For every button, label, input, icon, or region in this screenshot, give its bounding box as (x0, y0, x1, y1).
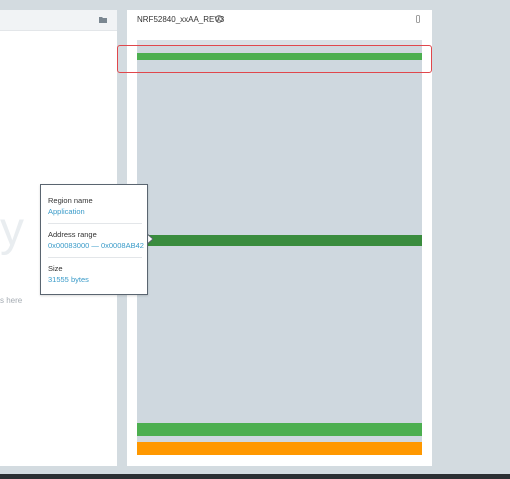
region-name-value: Application (48, 207, 85, 216)
size-value: 31555 bytes (48, 275, 89, 284)
tooltip-region-name: Region name Application (48, 196, 142, 217)
device-menu-icon[interactable] (416, 15, 420, 23)
highlight-box (117, 45, 432, 73)
folder-icon[interactable] (99, 16, 107, 23)
memory-region[interactable] (137, 423, 422, 436)
address-range-label: Address range (48, 230, 97, 239)
memory-region-application[interactable] (137, 235, 422, 246)
memory-region[interactable] (137, 442, 422, 455)
device-panel-header: NRF52840_xxAA_REV3 (127, 10, 432, 30)
device-title: NRF52840_xxAA_REV3 (137, 15, 225, 24)
drop-zone-hint: s here (0, 296, 23, 305)
tooltip-divider (48, 223, 142, 224)
info-icon[interactable] (215, 15, 223, 23)
memory-map (137, 40, 422, 455)
tooltip-size: Size 31555 bytes (48, 264, 142, 285)
tooltip-divider (48, 257, 142, 258)
address-range-value: 0x00083000 — 0x0008AB42 (48, 241, 144, 250)
drop-zone-glyph: y (0, 203, 24, 256)
region-name-label: Region name (48, 196, 93, 205)
bottom-status-bar (0, 474, 510, 479)
size-label: Size (48, 264, 63, 273)
file-panel-header (0, 10, 117, 31)
tooltip-address-range: Address range 0x00083000 — 0x0008AB42 (48, 230, 144, 251)
region-tooltip: Region name Application Address range 0x… (40, 184, 148, 295)
